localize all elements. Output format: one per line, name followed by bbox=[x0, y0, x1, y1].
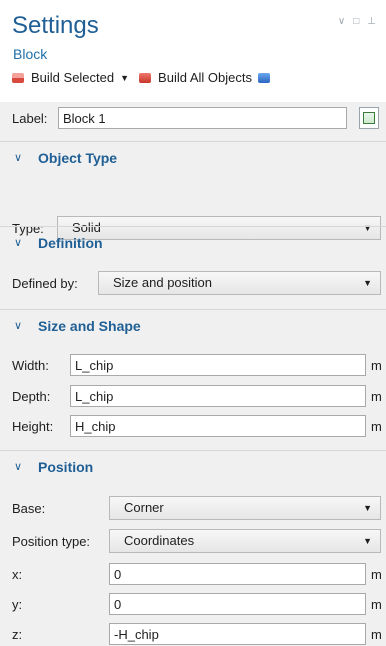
x-label: x: bbox=[12, 566, 23, 582]
height-input[interactable] bbox=[70, 415, 366, 437]
page-title: Settings bbox=[12, 12, 99, 39]
position-type-label: Position type: bbox=[12, 533, 91, 549]
label-input[interactable] bbox=[58, 107, 347, 129]
base-select[interactable]: Corner ▼ bbox=[109, 496, 381, 520]
build-selected-icon bbox=[12, 72, 24, 83]
section-title: Size and Shape bbox=[38, 318, 141, 334]
label-field-label: Label: bbox=[12, 110, 48, 126]
section-position[interactable]: ∨ Position bbox=[0, 450, 386, 485]
pin-icon[interactable]: ⊥ bbox=[367, 16, 376, 27]
chevron-down-icon: ▼ bbox=[363, 536, 372, 546]
depth-unit: m bbox=[371, 389, 382, 404]
height-label: Height: bbox=[12, 418, 54, 434]
chevron-down-icon: ∨ bbox=[14, 237, 23, 249]
build-all-icon bbox=[139, 72, 152, 83]
y-input[interactable] bbox=[109, 593, 366, 615]
z-unit: m bbox=[371, 627, 382, 642]
section-title: Object Type bbox=[38, 150, 118, 166]
build-toolbar: Build Selected ▼ Build All Objects bbox=[12, 70, 277, 85]
chevron-down-icon[interactable]: ∨ bbox=[338, 16, 345, 27]
settings-header: Settings Block ∨ □ ⊥ Build Selected ▼ Bu… bbox=[0, 0, 386, 102]
node-subtitle: Block bbox=[13, 46, 48, 62]
label-reset-button[interactable] bbox=[359, 107, 379, 129]
base-selected-value: Corner bbox=[124, 500, 164, 515]
width-input[interactable] bbox=[70, 354, 366, 376]
height-unit: m bbox=[371, 419, 382, 434]
chevron-down-icon: ∨ bbox=[14, 152, 23, 164]
defined-by-select[interactable]: Size and position ▼ bbox=[98, 271, 381, 295]
z-input[interactable] bbox=[109, 623, 366, 645]
y-label: y: bbox=[12, 596, 23, 612]
defined-by-label: Defined by: bbox=[12, 275, 78, 291]
chevron-down-icon: ∨ bbox=[14, 320, 23, 332]
chevron-down-icon: ▼ bbox=[363, 503, 372, 513]
defined-by-selected-value: Size and position bbox=[113, 275, 213, 290]
build-preceding-icon[interactable] bbox=[257, 72, 270, 83]
section-title: Position bbox=[38, 459, 94, 475]
chevron-down-icon[interactable]: ▼ bbox=[120, 73, 129, 83]
position-type-select[interactable]: Coordinates ▼ bbox=[109, 529, 381, 553]
depth-input[interactable] bbox=[70, 385, 366, 407]
section-title: Definition bbox=[38, 235, 103, 251]
x-unit: m bbox=[371, 567, 382, 582]
depth-label: Depth: bbox=[12, 388, 51, 404]
chevron-down-icon: ∨ bbox=[14, 461, 23, 473]
x-input[interactable] bbox=[109, 563, 366, 585]
maximize-icon[interactable]: □ bbox=[353, 16, 359, 27]
width-unit: m bbox=[371, 358, 382, 373]
section-definition[interactable]: ∨ Definition bbox=[0, 226, 386, 261]
build-selected-button[interactable]: Build Selected bbox=[31, 70, 114, 85]
window-controls: ∨ □ ⊥ bbox=[338, 16, 376, 27]
width-label: Width: bbox=[12, 357, 49, 373]
chevron-down-icon: ▼ bbox=[363, 278, 372, 288]
base-label: Base: bbox=[12, 500, 46, 516]
section-object-type[interactable]: ∨ Object Type bbox=[0, 141, 386, 176]
section-size-and-shape[interactable]: ∨ Size and Shape bbox=[0, 309, 386, 344]
z-label: z: bbox=[12, 626, 23, 642]
position-type-selected-value: Coordinates bbox=[124, 533, 195, 548]
y-unit: m bbox=[371, 597, 382, 612]
build-all-objects-button[interactable]: Build All Objects bbox=[158, 70, 252, 85]
label-icon bbox=[363, 112, 375, 124]
